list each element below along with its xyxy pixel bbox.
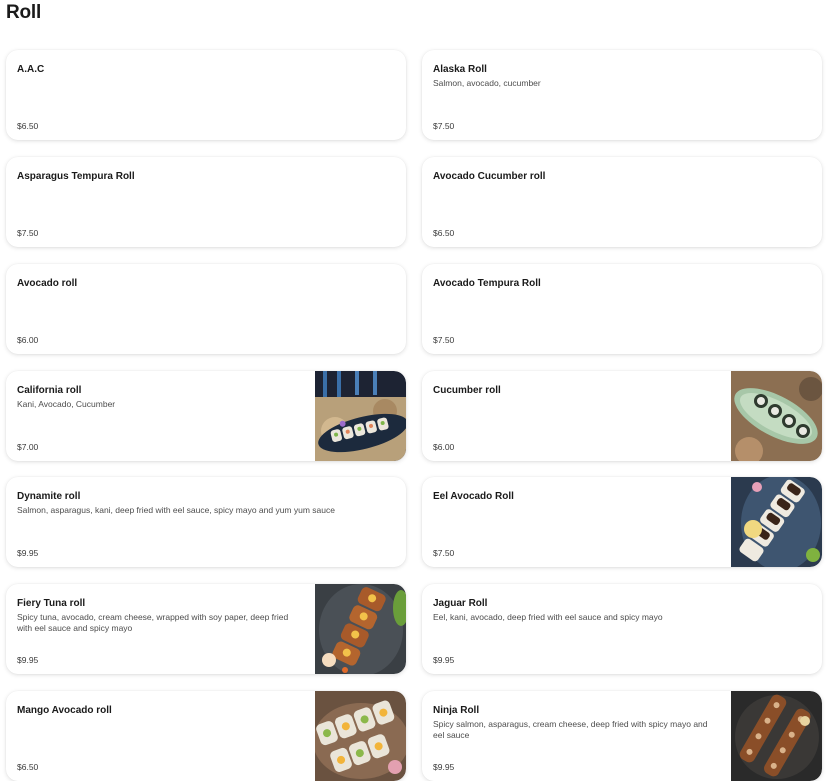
menu-item-card[interactable]: Fiery Tuna roll Spicy tuna, avocado, cre… <box>6 584 406 674</box>
item-name: California roll <box>17 385 82 396</box>
item-name: Avocado roll <box>17 278 78 289</box>
item-name: Dynamite roll <box>17 491 81 502</box>
menu-item-card[interactable]: Ninja Roll Spicy salmon, asparagus, crea… <box>422 691 822 781</box>
item-name: Avocado Cucumber roll <box>433 171 546 182</box>
ninja-roll-photo <box>731 691 822 781</box>
menu-item-card[interactable]: Jaguar Roll Eel, kani, avocado, deep fri… <box>422 584 822 674</box>
menu-item-card[interactable]: California roll Kani, Avocado, Cucumber … <box>6 371 406 461</box>
item-name: Cucumber roll <box>433 385 501 396</box>
item-price: $7.50 <box>433 548 455 558</box>
menu-item-card[interactable]: Asparagus Tempura Roll $7.50 <box>6 157 406 247</box>
item-name: Fiery Tuna roll <box>17 598 86 609</box>
item-name: Eel Avocado Roll <box>433 491 514 502</box>
menu-item-card[interactable]: A.A.C $6.50 <box>6 50 406 140</box>
item-price: $7.50 <box>433 121 455 131</box>
menu-item-card[interactable]: Avocado roll $6.00 <box>6 264 406 354</box>
menu-item-card[interactable]: Avocado Tempura Roll $7.50 <box>422 264 822 354</box>
menu-item-card[interactable]: Avocado Cucumber roll $6.50 <box>422 157 822 247</box>
menu-item-card[interactable]: Alaska Roll Salmon, avocado, cucumber $7… <box>422 50 822 140</box>
item-price: $9.95 <box>433 762 455 772</box>
item-name: Mango Avocado roll <box>17 705 112 716</box>
item-price: $9.95 <box>17 655 39 665</box>
item-name: A.A.C <box>17 64 45 75</box>
item-description: Kani, Avocado, Cucumber <box>17 399 116 409</box>
item-name: Avocado Tempura Roll <box>433 278 541 289</box>
item-description: Spicy salmon, asparagus, cream cheese, d… <box>433 719 708 740</box>
item-price: $6.50 <box>17 121 39 131</box>
menu-item-card[interactable]: Dynamite roll Salmon, asparagus, kani, d… <box>6 477 406 567</box>
section-title: Roll <box>6 2 42 23</box>
item-name: Asparagus Tempura Roll <box>17 171 135 182</box>
item-name: Alaska Roll <box>433 64 487 75</box>
item-price: $6.00 <box>17 335 39 345</box>
menu-item-card[interactable]: Mango Avocado roll $6.50 <box>6 691 406 781</box>
item-price: $7.00 <box>17 442 39 452</box>
cucumber-roll-photo <box>731 371 822 461</box>
menu-item-card[interactable]: Cucumber roll $6.00 <box>422 371 822 461</box>
eel-avocado-roll-photo <box>731 477 822 567</box>
item-price: $6.50 <box>17 762 39 772</box>
item-price: $9.95 <box>433 655 455 665</box>
fiery-tuna-roll-photo <box>315 584 406 674</box>
item-description: Spicy tuna, avocado, cream cheese, wrapp… <box>17 612 289 633</box>
item-price: $9.95 <box>17 548 39 558</box>
item-price: $7.50 <box>433 335 455 345</box>
item-price: $7.50 <box>17 228 39 238</box>
item-description: Eel, kani, avocado, deep fried with eel … <box>433 612 663 622</box>
item-name: Ninja Roll <box>433 705 480 716</box>
item-description: Salmon, asparagus, kani, deep fried with… <box>17 505 335 515</box>
item-description: Salmon, avocado, cucumber <box>433 78 541 88</box>
mango-avocado-roll-photo <box>315 691 406 781</box>
california-roll-photo <box>315 371 406 461</box>
menu-item-card[interactable]: Eel Avocado Roll $7.50 <box>422 477 822 567</box>
item-price: $6.50 <box>433 228 455 238</box>
item-price: $6.00 <box>433 442 455 452</box>
item-name: Jaguar Roll <box>433 598 488 609</box>
